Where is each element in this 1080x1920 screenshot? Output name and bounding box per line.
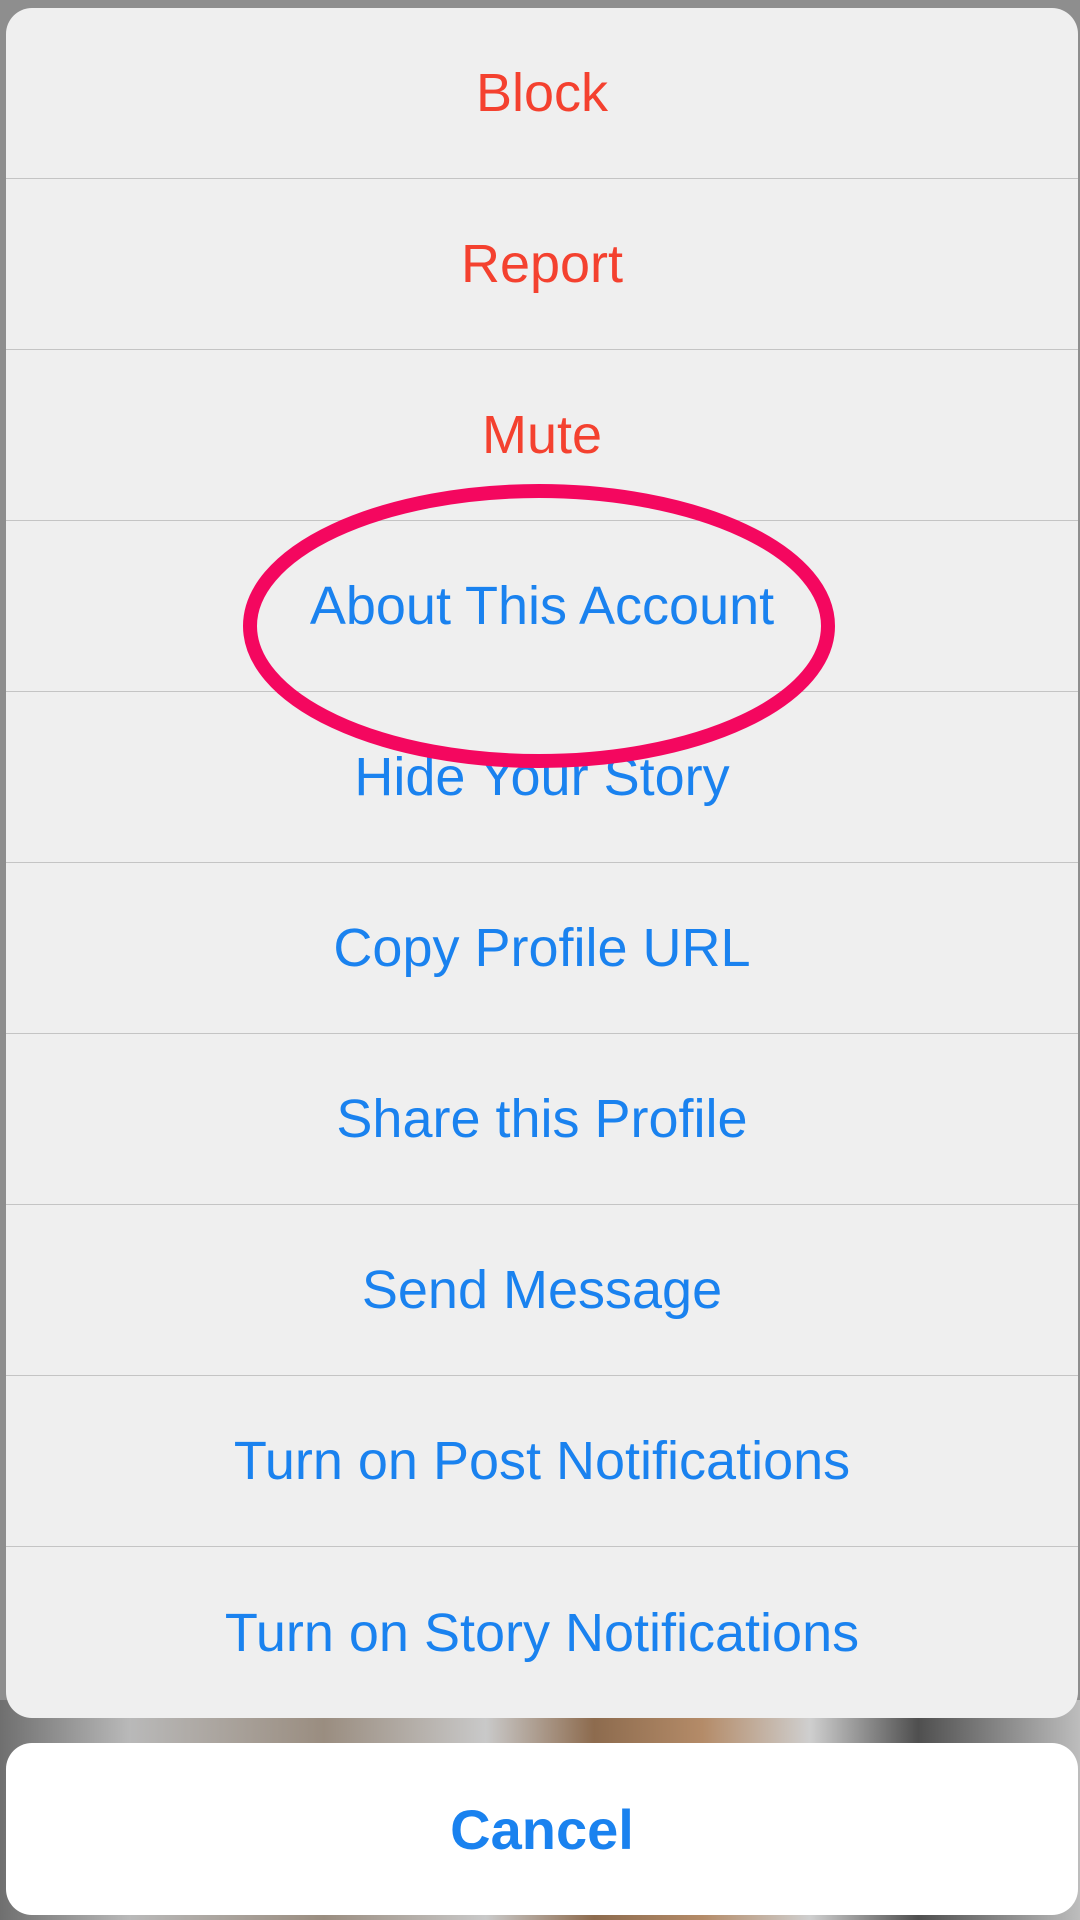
copy-profile-url-button[interactable]: Copy Profile URL [6, 863, 1078, 1034]
report-button[interactable]: Report [6, 179, 1078, 350]
cancel-label: Cancel [450, 1797, 634, 1861]
turn-on-post-notifications-button[interactable]: Turn on Post Notifications [6, 1376, 1078, 1547]
block-button[interactable]: Block [6, 8, 1078, 179]
about-this-account-button[interactable]: About This Account [6, 521, 1078, 692]
share-this-profile-button[interactable]: Share this Profile [6, 1034, 1078, 1205]
action-sheet: Block Report Mute About This Account Hid… [6, 8, 1078, 1718]
turn-on-story-notifications-button[interactable]: Turn on Story Notifications [6, 1547, 1078, 1718]
cancel-button[interactable]: Cancel [6, 1743, 1078, 1915]
mute-button[interactable]: Mute [6, 350, 1078, 521]
hide-your-story-button[interactable]: Hide Your Story [6, 692, 1078, 863]
send-message-button[interactable]: Send Message [6, 1205, 1078, 1376]
